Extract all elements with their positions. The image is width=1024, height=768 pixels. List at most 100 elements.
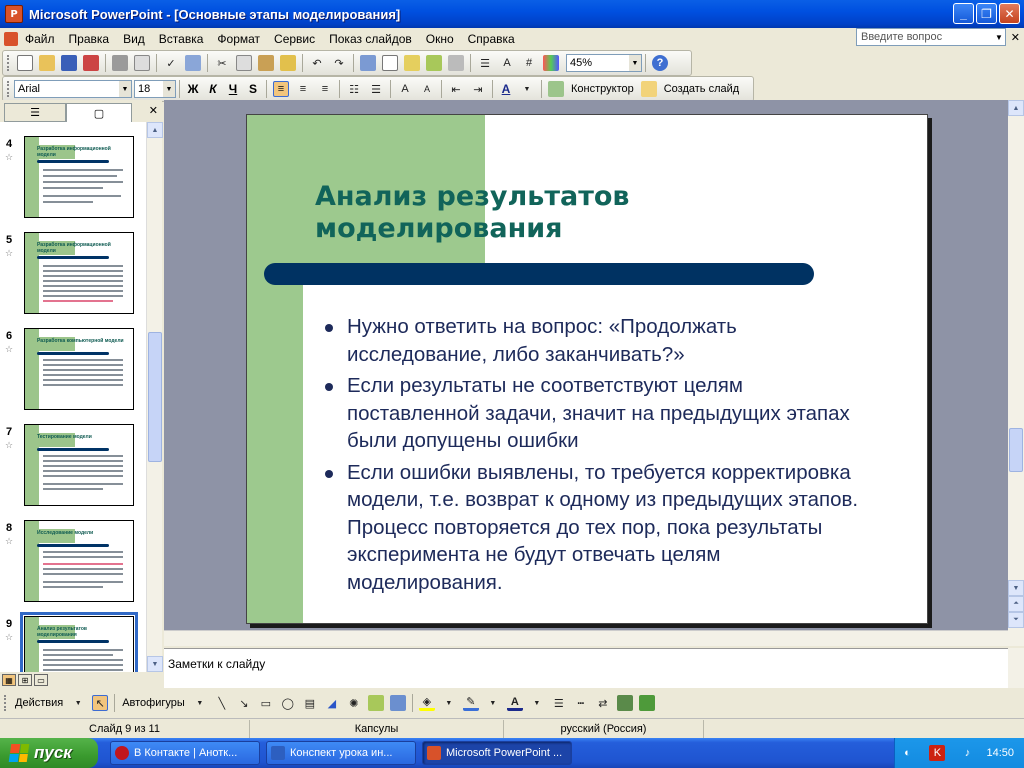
- thumbnail-item[interactable]: 5 ☆ Разработка информационной модели: [0, 226, 146, 322]
- undo-icon[interactable]: ↶: [309, 55, 325, 71]
- menu-help[interactable]: Справка: [461, 32, 522, 46]
- chevron-down-icon[interactable]: ▼: [119, 81, 131, 97]
- align-right-icon[interactable]: ≡: [317, 81, 333, 97]
- menu-view[interactable]: Вид: [116, 32, 152, 46]
- powerpoint-app-icon[interactable]: P: [5, 5, 23, 23]
- font-name-select[interactable]: Arial ▼: [14, 80, 132, 98]
- scroll-up-icon[interactable]: ▲: [147, 122, 163, 138]
- chevron-down-icon[interactable]: ▼: [993, 29, 1005, 45]
- hyperlink-icon[interactable]: [448, 55, 464, 71]
- antivirus-icon[interactable]: K: [929, 745, 946, 761]
- clock[interactable]: 14:50: [986, 747, 1014, 759]
- thumbnail-item[interactable]: 8 ☆ Исследование модели: [0, 514, 146, 610]
- research-icon[interactable]: [185, 55, 201, 71]
- line-icon[interactable]: ╲: [214, 695, 230, 711]
- format-painter-icon[interactable]: [280, 55, 296, 71]
- show-grid-icon[interactable]: #: [521, 55, 537, 71]
- toolbar-grip[interactable]: [7, 81, 10, 97]
- slide-horizontal-scrollbar[interactable]: [164, 630, 1008, 646]
- taskbar-item-browser[interactable]: В Контакте | Анотк...: [110, 741, 260, 765]
- thumbnail-item[interactable]: 6 ☆ Разработка компьютерной модели: [0, 322, 146, 418]
- decrease-font-icon[interactable]: A: [419, 81, 435, 97]
- increase-font-icon[interactable]: A: [397, 81, 413, 97]
- line-color-icon[interactable]: ✎: [462, 695, 479, 711]
- dash-style-icon[interactable]: ┅: [573, 695, 589, 711]
- thumbnail-scrollbar[interactable]: ▲ ▼: [146, 122, 163, 672]
- diagram-icon[interactable]: ✺: [346, 695, 362, 711]
- font-color-icon[interactable]: A: [506, 695, 523, 711]
- chevron-down-icon[interactable]: ▼: [485, 695, 501, 711]
- scroll-down-icon[interactable]: ▼: [1008, 580, 1024, 596]
- chevron-down-icon[interactable]: ▼: [163, 81, 175, 97]
- thumbnail-item[interactable]: 9 ☆ Анализ результатов моделирования: [0, 610, 146, 672]
- shadow-button[interactable]: S: [243, 82, 263, 96]
- oval-icon[interactable]: ◯: [280, 695, 296, 711]
- wordart-icon[interactable]: ◢: [324, 695, 340, 711]
- current-slide[interactable]: Анализ результатов моделирования Нужно о…: [246, 114, 928, 624]
- chevron-down-icon[interactable]: ▼: [441, 695, 457, 711]
- picture-icon[interactable]: [389, 695, 406, 711]
- chevron-down-icon[interactable]: ▼: [529, 695, 545, 711]
- italic-button[interactable]: К: [203, 82, 223, 96]
- designer-button[interactable]: Конструктор: [567, 83, 638, 95]
- select-pointer-icon[interactable]: ↖: [92, 695, 109, 711]
- thumbnail-item[interactable]: 7 ☆ Тестирование модели: [0, 418, 146, 514]
- slide-title[interactable]: Анализ результатов моделирования: [315, 181, 815, 245]
- numbering-icon[interactable]: ☷: [346, 81, 362, 97]
- slide-thumbnail[interactable]: Исследование модели: [24, 520, 134, 602]
- menu-file[interactable]: Файл: [18, 32, 62, 46]
- scroll-up-icon[interactable]: ▲: [1008, 100, 1024, 116]
- slide-thumbnail[interactable]: Разработка компьютерной модели: [24, 328, 134, 410]
- taskbar-item-word[interactable]: Конспект урока ин...: [266, 741, 416, 765]
- tables-borders-icon[interactable]: [404, 55, 420, 71]
- new-slide-button[interactable]: Создать слайд: [660, 83, 743, 95]
- insert-table-icon[interactable]: [382, 55, 398, 71]
- paste-icon[interactable]: [258, 55, 274, 71]
- menu-edit[interactable]: Правка: [62, 32, 117, 46]
- 3d-style-icon[interactable]: [638, 695, 655, 711]
- slide-thumbnail[interactable]: Тестирование модели: [24, 424, 134, 506]
- previous-slide-icon[interactable]: ⏶: [1008, 596, 1024, 612]
- align-left-icon[interactable]: ≡: [273, 81, 289, 97]
- tab-outline[interactable]: ☰: [4, 103, 66, 122]
- close-button[interactable]: ✕: [999, 3, 1020, 24]
- save-icon[interactable]: [61, 55, 77, 71]
- font-color-button[interactable]: A: [496, 82, 516, 96]
- slideshow-icon[interactable]: ▭: [34, 674, 48, 686]
- menu-insert[interactable]: Вставка: [152, 32, 211, 46]
- document-icon[interactable]: [4, 32, 18, 46]
- textbox-icon[interactable]: ▤: [302, 695, 318, 711]
- increase-indent-icon[interactable]: ⇥: [470, 81, 486, 97]
- line-style-icon[interactable]: ☰: [551, 695, 567, 711]
- menu-format[interactable]: Формат: [210, 32, 267, 46]
- notes-scrollbar[interactable]: [1008, 648, 1024, 688]
- slide-bullet-list[interactable]: Нужно ответить на вопрос: «Продолжать ис…: [321, 313, 881, 600]
- new-document-icon[interactable]: [17, 55, 33, 71]
- scroll-down-icon[interactable]: ▼: [147, 656, 163, 672]
- print-preview-icon[interactable]: [134, 55, 150, 71]
- chevron-down-icon[interactable]: ▼: [70, 695, 86, 711]
- redo-icon[interactable]: ↷: [331, 55, 347, 71]
- fill-color-icon[interactable]: ◈: [418, 695, 435, 711]
- underline-button[interactable]: Ч: [223, 82, 243, 96]
- panel-close-button[interactable]: ✕: [149, 104, 158, 117]
- notes-pane[interactable]: Заметки к слайду: [164, 648, 1008, 688]
- print-icon[interactable]: [112, 55, 128, 71]
- bold-button[interactable]: Ж: [183, 82, 203, 96]
- copy-icon[interactable]: [236, 55, 252, 71]
- toolbar-grip[interactable]: [7, 55, 10, 71]
- expand-all-icon[interactable]: ☰: [477, 55, 493, 71]
- chevron-down-icon[interactable]: ▼: [192, 695, 208, 711]
- spelling-icon[interactable]: ✓: [163, 55, 179, 71]
- slide-thumbnail[interactable]: Разработка информационной модели: [24, 232, 134, 314]
- network-icon[interactable]: ◐: [899, 745, 915, 761]
- scroll-thumb[interactable]: [1009, 428, 1023, 472]
- thumbnail-item[interactable]: 4 ☆ Разработка информационной модели: [0, 130, 146, 226]
- open-folder-icon[interactable]: [39, 55, 55, 71]
- clipart-icon[interactable]: [367, 695, 384, 711]
- tab-slides[interactable]: ▢: [66, 103, 132, 122]
- font-size-select[interactable]: 18 ▼: [134, 80, 176, 98]
- insert-chart-icon[interactable]: [360, 55, 376, 71]
- shadow-style-icon[interactable]: [616, 695, 633, 711]
- volume-icon[interactable]: ♪: [959, 745, 975, 761]
